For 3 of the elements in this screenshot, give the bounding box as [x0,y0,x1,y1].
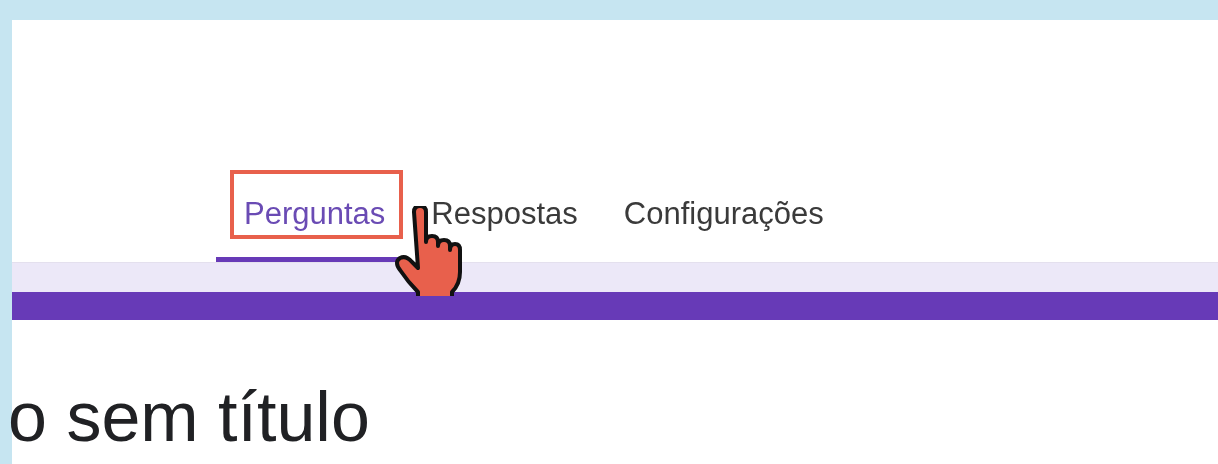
tab[interactable]: Respostas [403,170,596,262]
form-title: o sem título [8,382,370,452]
tab[interactable]: Configurações [595,170,842,262]
